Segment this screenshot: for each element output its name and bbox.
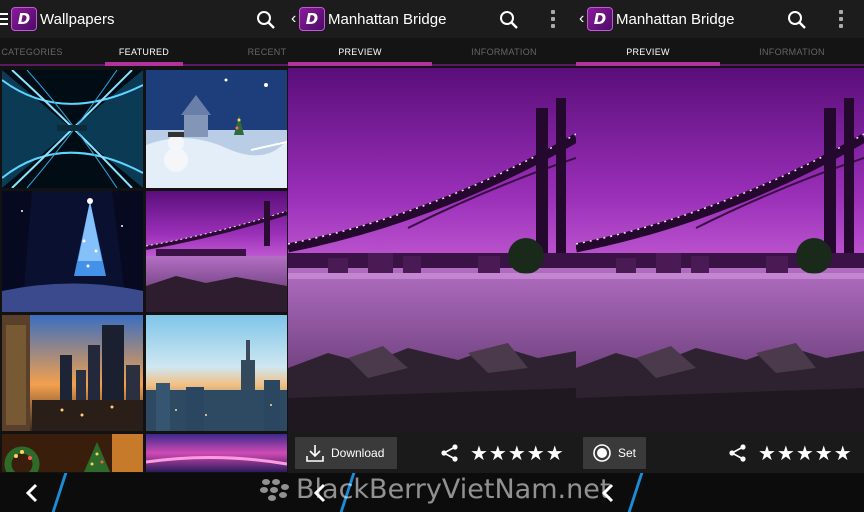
back-chevron-icon[interactable]: ‹	[291, 10, 296, 28]
wallpaper-preview-image	[288, 68, 576, 433]
rating-stars[interactable]: ★★★★★	[758, 441, 853, 465]
wallpaper-thumbnail[interactable]	[146, 70, 287, 188]
kebab-icon[interactable]	[550, 10, 556, 30]
share-icon[interactable]	[440, 443, 460, 463]
back-icon[interactable]	[16, 481, 56, 505]
preview-panel-set: ‹ D Manhattan Bridge PREVIEW INFORMATION	[576, 0, 864, 512]
wallpaper-thumbnail[interactable]	[2, 191, 143, 312]
search-icon[interactable]	[499, 10, 519, 30]
tab-information[interactable]: INFORMATION	[720, 38, 864, 66]
search-icon[interactable]	[256, 10, 276, 30]
download-label: Download	[331, 446, 385, 460]
radio-icon	[593, 444, 611, 462]
bottom-bar	[0, 473, 288, 512]
tab-recent[interactable]: RECENT	[246, 38, 288, 66]
download-icon	[306, 445, 324, 462]
set-button[interactable]: Set	[583, 437, 646, 469]
menu-icon[interactable]	[0, 13, 8, 25]
tab-preview[interactable]: PREVIEW	[288, 38, 432, 66]
title-bar: ‹ D Manhattan Bridge	[576, 0, 864, 38]
page-title: Manhattan Bridge	[616, 11, 735, 28]
kebab-icon[interactable]	[838, 10, 844, 30]
wallpaper-grid	[0, 68, 288, 472]
tab-bar: PREVIEW INFORMATION	[288, 38, 576, 66]
preview-panel-download: ‹ D Manhattan Bridge PREVIEW INFORMATION	[288, 0, 576, 512]
set-label: Set	[618, 446, 637, 460]
wallpaper-thumbnail[interactable]	[146, 315, 287, 431]
app-logo-icon: D	[299, 7, 325, 31]
title-bar: ‹ D Manhattan Bridge	[288, 0, 576, 38]
tab-bar: PREVIEW INFORMATION	[576, 38, 864, 66]
watermark-text: BlackBerryVietNam.net	[296, 474, 611, 505]
tab-preview[interactable]: PREVIEW	[576, 38, 720, 66]
action-bar: Set ★★★★★	[576, 433, 864, 473]
download-button[interactable]: Download	[295, 437, 397, 469]
app-logo-icon: D	[587, 7, 613, 31]
page-title: Manhattan Bridge	[328, 11, 447, 28]
rating-stars[interactable]: ★★★★★	[470, 441, 565, 465]
search-icon[interactable]	[787, 10, 807, 30]
wallpapers-panel: D Wallpapers CATEGORIES FEATURED RECENT	[0, 0, 288, 512]
wallpaper-thumbnail[interactable]	[146, 191, 287, 312]
tab-information[interactable]: INFORMATION	[432, 38, 576, 66]
app-logo-icon: D	[11, 7, 37, 31]
wallpaper-preview-image	[576, 68, 864, 433]
action-bar: Download ★★★★★	[288, 433, 576, 473]
back-chevron-icon[interactable]: ‹	[579, 10, 584, 28]
blackberry-logo-icon	[260, 479, 289, 501]
share-icon[interactable]	[728, 443, 748, 463]
title-bar: D Wallpapers	[0, 0, 288, 38]
page-title: Wallpapers	[40, 11, 115, 28]
wallpaper-thumbnail[interactable]	[2, 315, 143, 431]
tab-categories[interactable]: CATEGORIES	[0, 38, 64, 66]
bottom-bar	[576, 473, 864, 512]
wallpaper-thumbnail[interactable]	[146, 434, 287, 472]
wallpaper-thumbnail[interactable]	[2, 434, 143, 472]
tab-bar: CATEGORIES FEATURED RECENT	[0, 38, 288, 66]
wallpaper-thumbnail[interactable]	[2, 70, 143, 188]
tab-featured[interactable]: FEATURED	[105, 38, 183, 66]
